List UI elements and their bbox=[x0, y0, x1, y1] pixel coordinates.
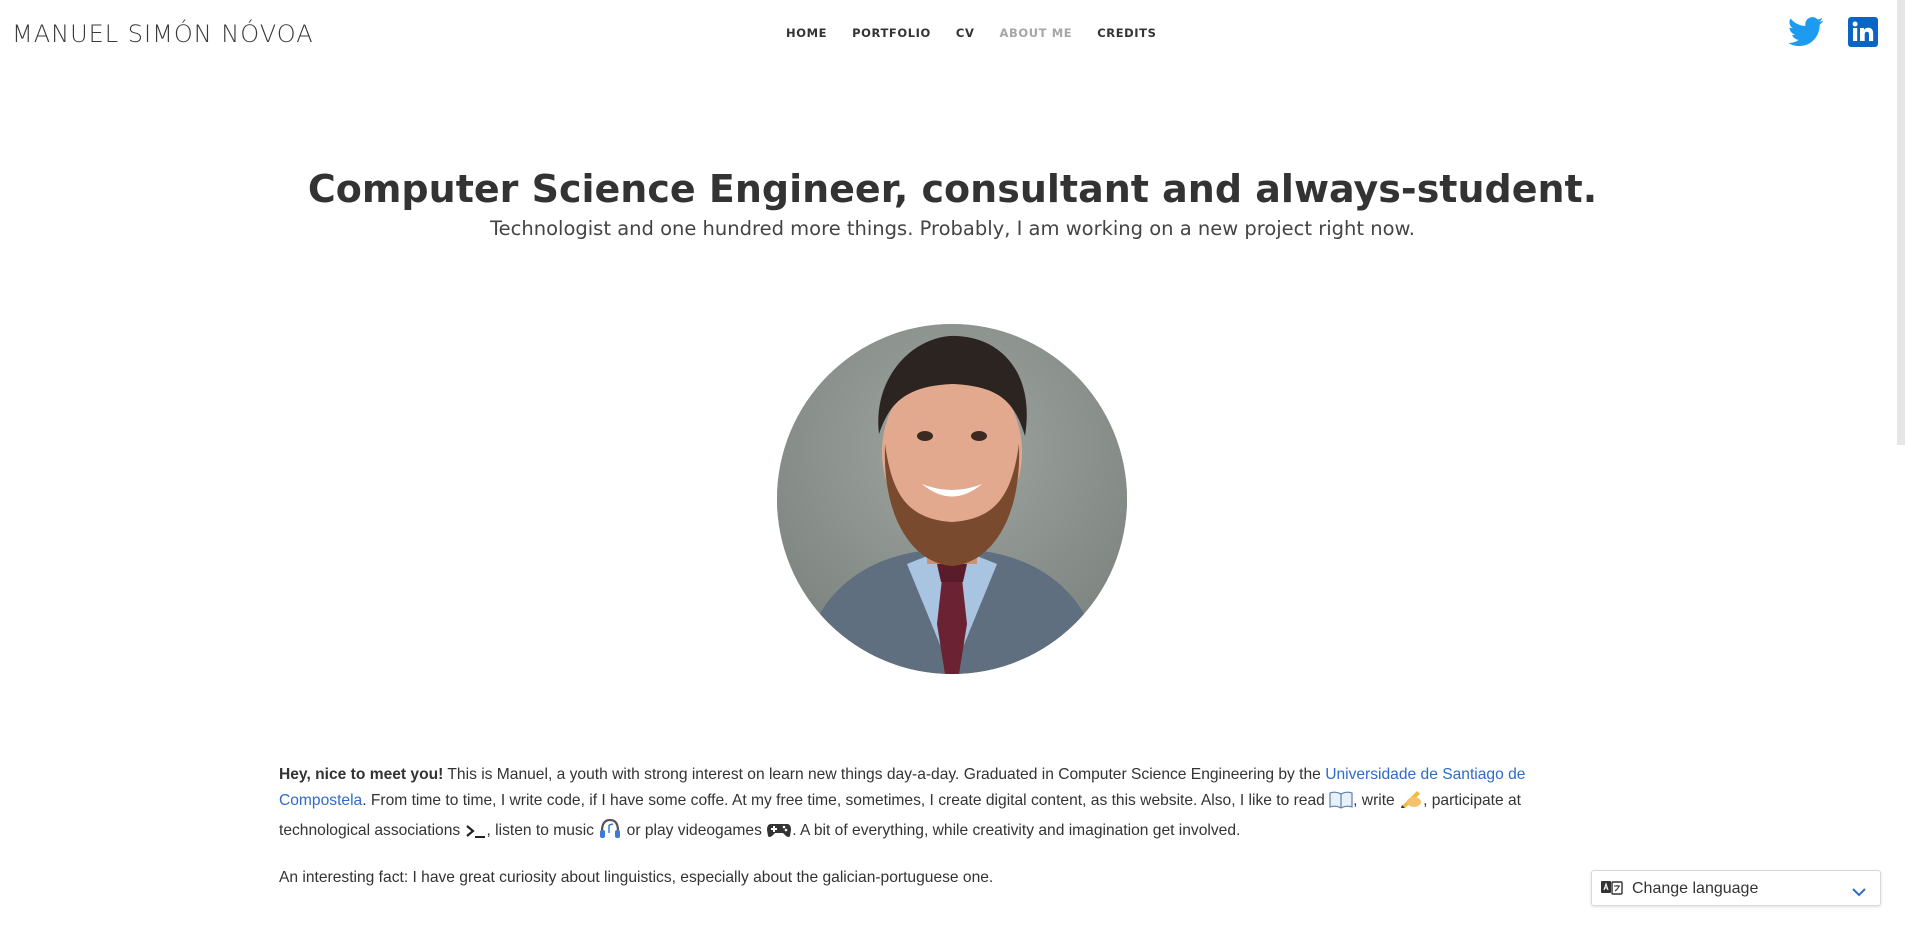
nav-home[interactable]: HOME bbox=[786, 26, 827, 40]
about-text: . From time to time, I write code, if I … bbox=[362, 792, 1330, 809]
change-language-label: Change language bbox=[1632, 880, 1759, 897]
about-paragraph-2: An interesting fact: I have great curios… bbox=[279, 869, 994, 886]
nav-portfolio[interactable]: PORTFOLIO bbox=[852, 26, 931, 40]
about-section: Hey, nice to meet you! This is Manuel, a… bbox=[279, 762, 1551, 908]
linkedin-icon[interactable] bbox=[1848, 17, 1878, 47]
change-language-select[interactable]: Change language bbox=[1591, 870, 1881, 906]
main-nav: HOME PORTFOLIO CV ABOUT ME CREDITS bbox=[786, 26, 1182, 40]
page-scrollbar[interactable] bbox=[1897, 0, 1905, 445]
writing-hand-icon bbox=[1399, 787, 1423, 817]
chevron-down-icon bbox=[1852, 884, 1866, 902]
headphones-icon bbox=[598, 817, 622, 847]
book-icon bbox=[1329, 791, 1353, 817]
about-text: , listen to music bbox=[486, 822, 599, 839]
about-text: , write bbox=[1353, 792, 1400, 809]
top-navbar: MANUEL SIMÓN NÓVOA HOME PORTFOLIO CV ABO… bbox=[0, 0, 1905, 68]
translate-icon bbox=[1601, 881, 1623, 900]
page-title: Computer Science Engineer, consultant an… bbox=[307, 167, 1598, 211]
page-subtitle: Technologist and one hundred more things… bbox=[490, 217, 1415, 240]
terminal-icon bbox=[465, 822, 487, 847]
nav-about-me[interactable]: ABOUT ME bbox=[999, 26, 1072, 40]
about-text: . A bit of everything, while creativity … bbox=[792, 822, 1241, 839]
site-brand[interactable]: MANUEL SIMÓN NÓVOA bbox=[12, 20, 314, 48]
profile-photo bbox=[777, 324, 1127, 674]
about-text: or play videogames bbox=[622, 822, 767, 839]
nav-credits[interactable]: CREDITS bbox=[1097, 26, 1156, 40]
nav-cv[interactable]: CV bbox=[956, 26, 975, 40]
gamepad-icon bbox=[766, 821, 792, 847]
about-paragraph-1: Hey, nice to meet you! This is Manuel, a… bbox=[279, 762, 1551, 847]
twitter-icon[interactable] bbox=[1788, 17, 1824, 49]
about-text: This is Manuel, a youth with strong inte… bbox=[443, 766, 1326, 783]
greeting: Hey, nice to meet you! bbox=[279, 766, 444, 783]
